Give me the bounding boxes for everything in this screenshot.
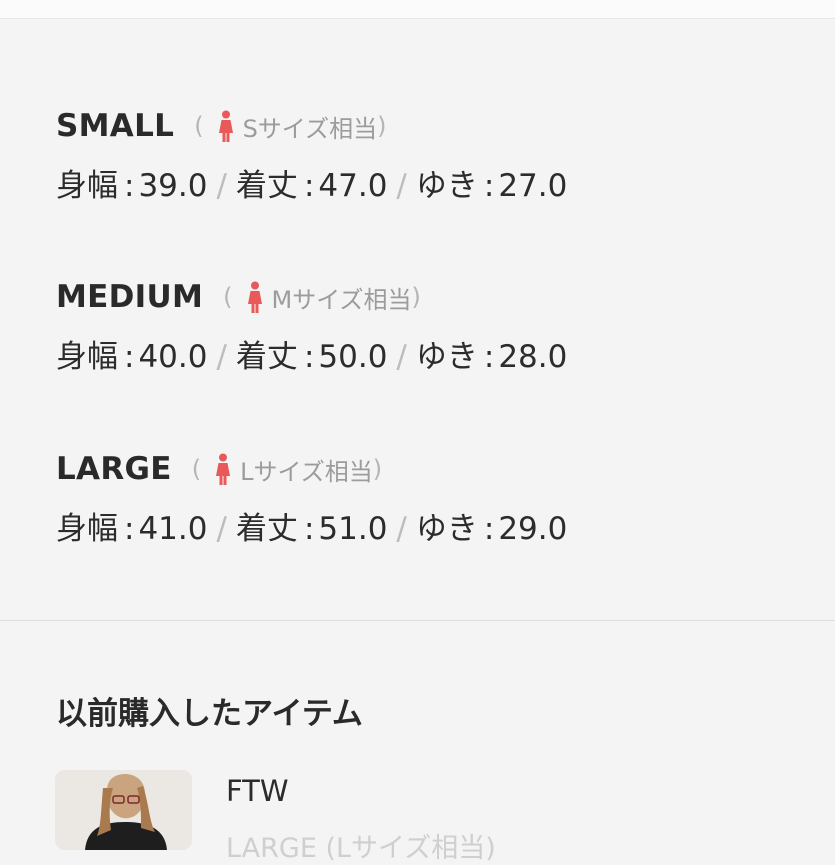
sleeve-label: ゆき xyxy=(415,339,478,375)
size-equivalent-text: Sサイズ相当 xyxy=(242,114,378,143)
size-name: LARGE xyxy=(56,451,172,487)
width-label: 身幅 xyxy=(56,511,118,547)
width-label: 身幅 xyxy=(56,339,118,375)
purchase-history-title: 以前購入したアイテム xyxy=(56,696,363,732)
size-header: MEDIUM ( Mサイズ相当 ) xyxy=(56,277,816,317)
sleeve-label: ゆき xyxy=(415,511,478,547)
size-equivalent: ( Sサイズ相当 ) xyxy=(194,109,386,144)
size-block-large: LARGE ( Lサイズ相当 ) 身幅:41.0/着丈:51.0/ゆき:29.0 xyxy=(56,449,816,550)
size-header: SMALL ( Sサイズ相当 ) xyxy=(56,106,816,146)
sleeve-value: 28.0 xyxy=(498,339,568,375)
sleeve-label: ゆき xyxy=(415,168,478,204)
size-name: SMALL xyxy=(56,108,175,144)
size-equivalent-text: Mサイズ相当 xyxy=(271,285,412,314)
size-equivalent: ( Mサイズ相当 ) xyxy=(223,280,421,315)
person-icon xyxy=(218,110,234,142)
size-measurements: 身幅:41.0/着丈:51.0/ゆき:29.0 xyxy=(56,511,568,547)
sleeve-value: 27.0 xyxy=(498,168,568,204)
top-bar xyxy=(0,0,835,19)
width-value: 40.0 xyxy=(138,339,208,375)
item-size: LARGE (Lサイズ相当) xyxy=(226,833,496,864)
size-name: MEDIUM xyxy=(56,279,204,315)
width-value: 39.0 xyxy=(138,168,208,204)
length-label: 着丈 xyxy=(235,339,298,375)
section-divider xyxy=(0,620,835,621)
length-value: 51.0 xyxy=(318,511,388,547)
length-label: 着丈 xyxy=(235,168,298,204)
item-thumbnail[interactable] xyxy=(55,770,192,850)
length-value: 50.0 xyxy=(318,339,388,375)
person-icon xyxy=(215,453,231,485)
length-value: 47.0 xyxy=(318,168,388,204)
size-measurements: 身幅:39.0/着丈:47.0/ゆき:27.0 xyxy=(56,168,568,204)
size-block-small: SMALL ( Sサイズ相当 ) 身幅:39.0/着丈:47.0/ゆき:27.0 xyxy=(56,106,816,207)
size-header: LARGE ( Lサイズ相当 ) xyxy=(56,449,816,489)
item-name[interactable]: FTW xyxy=(226,774,289,808)
width-label: 身幅 xyxy=(56,168,118,204)
size-equivalent: ( Lサイズ相当 ) xyxy=(192,452,382,487)
width-value: 41.0 xyxy=(138,511,208,547)
length-label: 着丈 xyxy=(235,511,298,547)
person-icon xyxy=(247,281,263,313)
size-measurements: 身幅:40.0/着丈:50.0/ゆき:28.0 xyxy=(56,339,568,375)
size-equivalent-text: Lサイズ相当 xyxy=(240,457,373,486)
sleeve-value: 29.0 xyxy=(498,511,568,547)
size-block-medium: MEDIUM ( Mサイズ相当 ) 身幅:40.0/着丈:50.0/ゆき:28.… xyxy=(56,277,816,378)
